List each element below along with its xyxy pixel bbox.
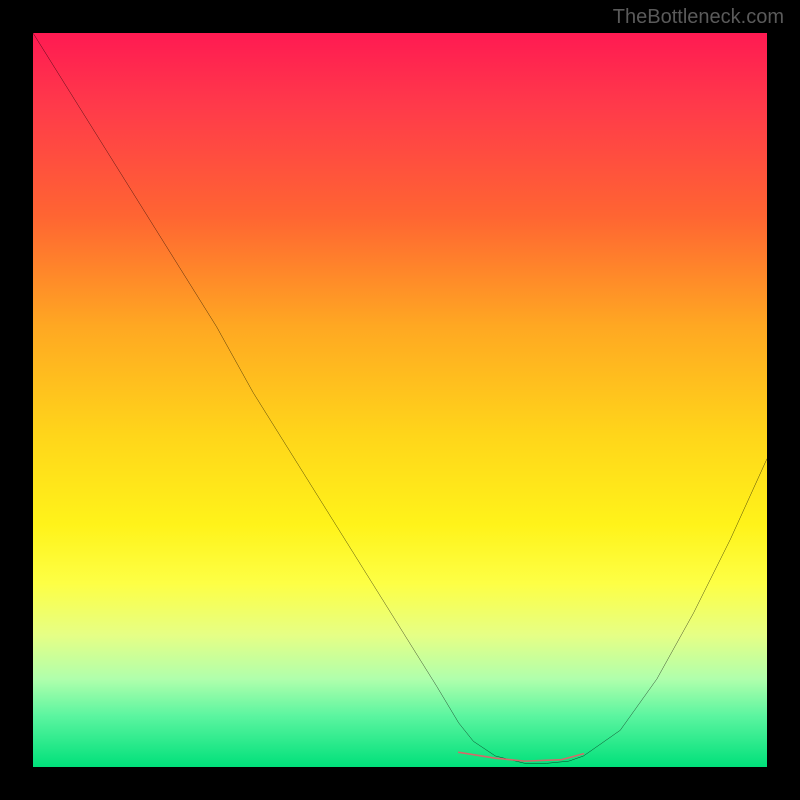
plot-area bbox=[33, 33, 767, 767]
highlight-flat-path bbox=[459, 752, 584, 761]
watermark-text: TheBottleneck.com bbox=[613, 6, 784, 29]
bottleneck-curve-path bbox=[33, 33, 767, 763]
chart-svg bbox=[33, 33, 767, 767]
